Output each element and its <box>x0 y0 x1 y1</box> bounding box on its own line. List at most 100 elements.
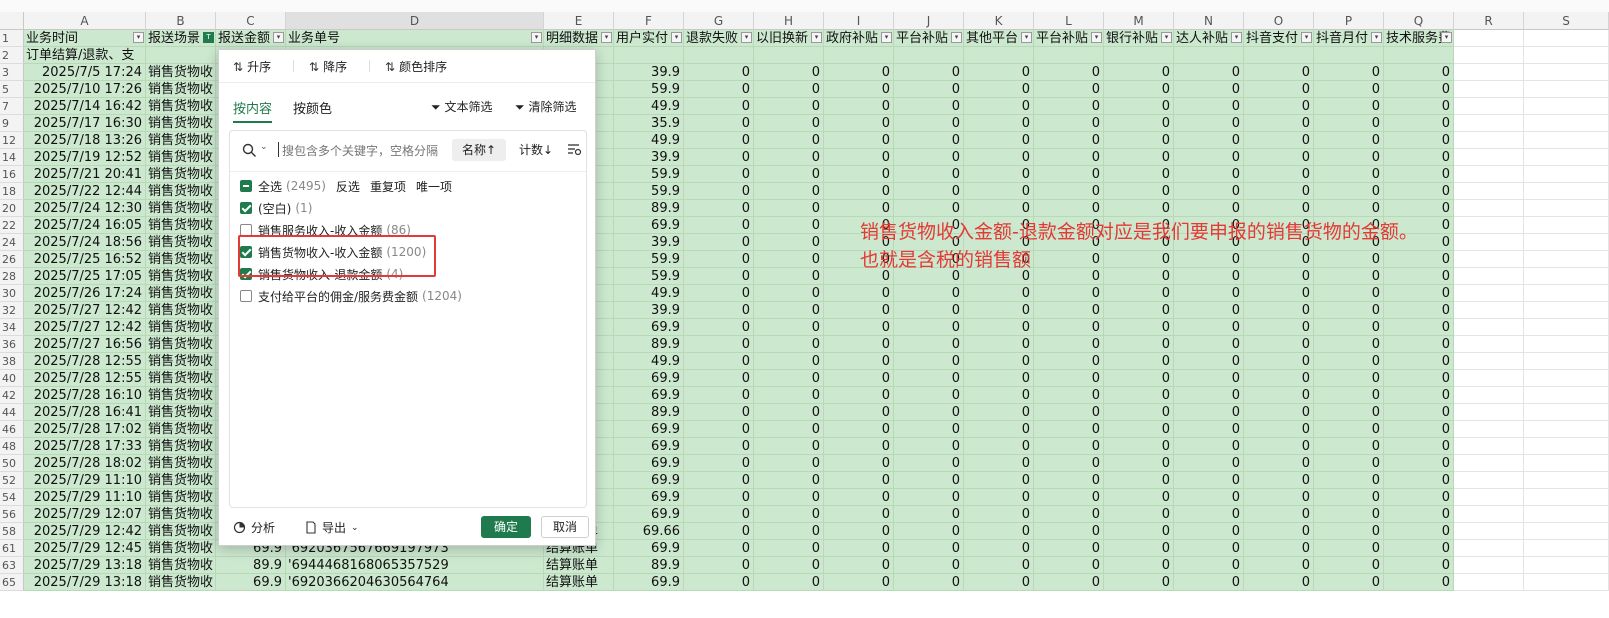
cell[interactable]: 0 <box>894 438 964 455</box>
cell[interactable]: 0 <box>1384 353 1454 370</box>
cell[interactable]: 0 <box>964 319 1034 336</box>
cell[interactable]: 0 <box>1174 506 1244 523</box>
cell[interactable] <box>1524 81 1609 98</box>
row-header[interactable]: 42 <box>0 387 24 404</box>
column-header-s[interactable]: S <box>1524 12 1609 30</box>
cell[interactable]: 69.9 <box>216 574 286 591</box>
cell[interactable]: '6920366204630564764 <box>286 574 544 591</box>
cell[interactable]: 0 <box>754 370 824 387</box>
cell[interactable]: 0 <box>1104 149 1174 166</box>
row-header[interactable]: 48 <box>0 438 24 455</box>
cell[interactable]: 49.9 <box>614 98 684 115</box>
cell[interactable]: 0 <box>1104 98 1174 115</box>
row-header[interactable]: 40 <box>0 370 24 387</box>
cell[interactable]: 0 <box>894 183 964 200</box>
cell[interactable]: 0 <box>1174 557 1244 574</box>
cell[interactable]: 89.9 <box>614 200 684 217</box>
cell[interactable] <box>1454 234 1524 251</box>
cell[interactable] <box>1454 404 1524 421</box>
cell[interactable]: 0 <box>894 149 964 166</box>
cell[interactable] <box>1454 557 1524 574</box>
cell[interactable]: 0 <box>964 98 1034 115</box>
cell[interactable] <box>1524 47 1609 64</box>
header-cell-e[interactable]: 明细数据 ▾ <box>544 30 614 47</box>
cell[interactable]: 0 <box>894 336 964 353</box>
cell[interactable]: 0 <box>1244 285 1314 302</box>
cell[interactable]: 2025/7/28 16:41 <box>24 404 146 421</box>
cell[interactable]: 0 <box>754 506 824 523</box>
cell[interactable]: 0 <box>1174 183 1244 200</box>
cell[interactable]: 0 <box>1034 81 1104 98</box>
cell[interactable]: 69.9 <box>614 387 684 404</box>
cell[interactable]: 0 <box>1104 523 1174 540</box>
cell[interactable] <box>1454 540 1524 557</box>
filter-dropdown-icon[interactable]: ▾ <box>741 32 752 43</box>
cell[interactable]: 0 <box>1034 115 1104 132</box>
cell[interactable]: 0 <box>1314 387 1384 404</box>
cell[interactable]: 0 <box>964 285 1034 302</box>
cell[interactable]: 0 <box>684 370 754 387</box>
cell[interactable]: 销售货物收 <box>146 268 216 285</box>
cell[interactable]: 0 <box>824 115 894 132</box>
cell[interactable]: 0 <box>1034 98 1104 115</box>
row-header[interactable]: 50 <box>0 455 24 472</box>
cell[interactable]: 销售货物收 <box>146 370 216 387</box>
cell[interactable] <box>1524 98 1609 115</box>
cell[interactable]: 69.9 <box>614 438 684 455</box>
cell[interactable]: 69.9 <box>614 472 684 489</box>
cell[interactable]: 0 <box>964 404 1034 421</box>
cell[interactable]: 0 <box>894 421 964 438</box>
cell[interactable]: 0 <box>684 421 754 438</box>
cell[interactable]: 销售货物收 <box>146 540 216 557</box>
cell[interactable]: 2025/7/29 11:10 <box>24 472 146 489</box>
cell[interactable]: 销售货物收 <box>146 557 216 574</box>
cell[interactable]: 0 <box>824 285 894 302</box>
cell[interactable] <box>1524 506 1609 523</box>
cell[interactable]: 0 <box>1104 302 1174 319</box>
cell[interactable]: 0 <box>964 472 1034 489</box>
cell[interactable]: 销售货物收 <box>146 387 216 404</box>
cell[interactable] <box>1314 47 1384 64</box>
cell[interactable]: 0 <box>824 489 894 506</box>
row-header[interactable]: 54 <box>0 489 24 506</box>
cell[interactable]: 0 <box>824 166 894 183</box>
filter-item-checkbox[interactable] <box>240 290 252 302</box>
cell[interactable]: 销售货物收 <box>146 98 216 115</box>
cell[interactable]: 0 <box>684 438 754 455</box>
header-cell-c[interactable]: 报送金额 ▾ <box>216 30 286 47</box>
cell[interactable]: 0 <box>1384 200 1454 217</box>
cell[interactable]: 69.9 <box>614 506 684 523</box>
cell[interactable] <box>1454 217 1524 234</box>
cell[interactable]: 0 <box>754 557 824 574</box>
filter-list-item[interactable]: 支付给平台的佣金/服务费金额 (1204) <box>240 287 462 305</box>
cell[interactable]: 0 <box>894 166 964 183</box>
cell[interactable] <box>1454 489 1524 506</box>
cell[interactable]: 0 <box>1384 370 1454 387</box>
row-header[interactable]: 14 <box>0 149 24 166</box>
text-filter-button[interactable]: ⏷ 文本筛选 <box>431 98 492 115</box>
row-header[interactable]: 5 <box>0 81 24 98</box>
cell[interactable] <box>1454 268 1524 285</box>
cell[interactable]: 0 <box>964 81 1034 98</box>
cell[interactable]: 0 <box>754 319 824 336</box>
cell[interactable]: 0 <box>1384 557 1454 574</box>
cell[interactable]: 0 <box>1314 336 1384 353</box>
cell[interactable]: 销售货物收 <box>146 81 216 98</box>
chevron-down-icon[interactable]: ⌄ <box>260 142 268 152</box>
cell[interactable]: 0 <box>1034 353 1104 370</box>
cell[interactable]: 0 <box>1174 472 1244 489</box>
cell[interactable]: 0 <box>1034 132 1104 149</box>
cell[interactable]: 0 <box>684 472 754 489</box>
cell[interactable]: 0 <box>1244 183 1314 200</box>
cell[interactable]: 0 <box>964 166 1034 183</box>
cell[interactable]: 2025/7/28 16:10 <box>24 387 146 404</box>
cell[interactable] <box>1524 455 1609 472</box>
cell[interactable]: 0 <box>1384 302 1454 319</box>
cell[interactable] <box>1454 64 1524 81</box>
cell[interactable]: 0 <box>894 285 964 302</box>
row-header[interactable]: 2 <box>0 47 24 64</box>
cell[interactable] <box>1454 506 1524 523</box>
cell[interactable]: 0 <box>1244 98 1314 115</box>
cell[interactable]: 0 <box>684 64 754 81</box>
cell[interactable]: 0 <box>824 472 894 489</box>
